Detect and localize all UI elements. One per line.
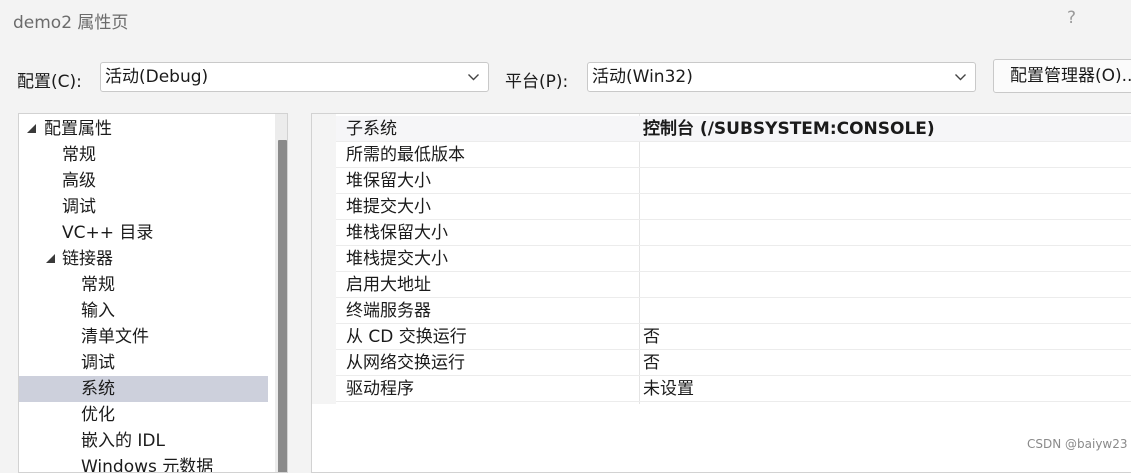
tree-item-label: 嵌入的 IDL bbox=[81, 431, 165, 451]
property-tree[interactable]: 配置属性 常规 高级 调试 VC++ 目录 链接器 常规 输入 清单文件 调试 … bbox=[18, 113, 288, 473]
property-row-driver[interactable]: 驱动程序 未设置 bbox=[336, 376, 1131, 402]
watermark: CSDN @baiyw23 bbox=[1027, 437, 1128, 451]
tree-item-label: VC++ 目录 bbox=[62, 223, 154, 243]
property-name: 堆保留大小 bbox=[346, 171, 431, 191]
tree-item-label: 输入 bbox=[81, 301, 115, 321]
property-value[interactable]: 否 bbox=[643, 324, 660, 350]
platform-select[interactable]: 活动(Win32) bbox=[587, 62, 976, 92]
tree-item-label: 调试 bbox=[62, 197, 96, 217]
property-row-heap-reserve[interactable]: 堆保留大小 bbox=[336, 168, 1131, 194]
chevron-down-icon bbox=[468, 74, 479, 81]
tree-item-manifest-file[interactable]: 清单文件 bbox=[19, 324, 268, 350]
tree-item-label: 链接器 bbox=[62, 249, 113, 269]
property-row-subsystem[interactable]: 子系统 控制台 (/SUBSYSTEM:CONSOLE) bbox=[336, 116, 1131, 142]
property-name: 所需的最低版本 bbox=[346, 145, 465, 165]
config-select-value: 活动(Debug) bbox=[105, 67, 209, 87]
platform-select-value: 活动(Win32) bbox=[592, 67, 693, 87]
window-title: demo2 属性页 bbox=[13, 13, 129, 33]
property-row-minimum-version[interactable]: 所需的最低版本 bbox=[336, 142, 1131, 168]
property-name: 启用大地址 bbox=[346, 275, 431, 295]
config-label: 配置(C): bbox=[17, 72, 82, 92]
tree-scrollbar-thumb[interactable] bbox=[278, 140, 287, 472]
chevron-down-icon bbox=[955, 74, 966, 81]
title-bar: demo2 属性页 ? bbox=[0, 0, 1131, 42]
property-row-heap-commit[interactable]: 堆提交大小 bbox=[336, 194, 1131, 220]
tree-item-linker[interactable]: 链接器 bbox=[19, 246, 268, 272]
tree-item-linker-debugging[interactable]: 调试 bbox=[19, 350, 268, 376]
tree-item-label: 清单文件 bbox=[81, 327, 149, 347]
tree-item-label: 高级 bbox=[62, 171, 96, 191]
property-grid: 子系统 控制台 (/SUBSYSTEM:CONSOLE) 所需的最低版本 堆保留… bbox=[311, 113, 1131, 473]
property-name: 堆提交大小 bbox=[346, 197, 431, 217]
property-row-stack-commit[interactable]: 堆栈提交大小 bbox=[336, 246, 1131, 272]
tree-item-label: 常规 bbox=[81, 275, 115, 295]
property-name: 从 CD 交换运行 bbox=[346, 327, 467, 347]
tree-item-windows-metadata[interactable]: Windows 元数据 bbox=[19, 454, 268, 473]
tree-item-linker-input[interactable]: 输入 bbox=[19, 298, 268, 324]
property-row-swap-run-from-cd[interactable]: 从 CD 交换运行 否 bbox=[336, 324, 1131, 350]
tree-item-label: Windows 元数据 bbox=[81, 457, 214, 473]
property-value[interactable]: 未设置 bbox=[643, 376, 694, 402]
tree-item-system[interactable]: 系统 bbox=[19, 376, 268, 402]
tree-item-general[interactable]: 常规 bbox=[19, 142, 268, 168]
property-row-large-address[interactable]: 启用大地址 bbox=[336, 272, 1131, 298]
help-button[interactable]: ? bbox=[1067, 8, 1076, 28]
tree-item-debugging[interactable]: 调试 bbox=[19, 194, 268, 220]
tree-item-optimization[interactable]: 优化 bbox=[19, 402, 268, 428]
tree-item-embedded-idl[interactable]: 嵌入的 IDL bbox=[19, 428, 268, 454]
property-row-stack-reserve[interactable]: 堆栈保留大小 bbox=[336, 220, 1131, 246]
property-row-terminal-server[interactable]: 终端服务器 bbox=[336, 298, 1131, 324]
tree-item-config-properties[interactable]: 配置属性 bbox=[19, 116, 268, 142]
tree-item-label: 常规 bbox=[62, 145, 96, 165]
property-name: 堆栈提交大小 bbox=[346, 249, 448, 269]
grid-gutter bbox=[312, 114, 336, 404]
property-name: 子系统 bbox=[346, 119, 397, 139]
property-name: 终端服务器 bbox=[346, 301, 431, 321]
tree-item-label: 配置属性 bbox=[44, 119, 112, 139]
expanded-triangle-icon[interactable] bbox=[27, 124, 36, 133]
property-name: 驱动程序 bbox=[346, 379, 414, 399]
config-select[interactable]: 活动(Debug) bbox=[100, 62, 489, 92]
tree-item-vc-directories[interactable]: VC++ 目录 bbox=[19, 220, 268, 246]
tree-item-label: 优化 bbox=[81, 405, 115, 425]
tree-item-label: 调试 bbox=[81, 353, 115, 373]
platform-label: 平台(P): bbox=[505, 72, 569, 92]
property-value[interactable]: 否 bbox=[643, 350, 660, 376]
property-row-swap-run-from-net[interactable]: 从网络交换运行 否 bbox=[336, 350, 1131, 376]
tree-item-advanced[interactable]: 高级 bbox=[19, 168, 268, 194]
property-name: 从网络交换运行 bbox=[346, 353, 465, 373]
config-manager-button[interactable]: 配置管理器(O)... bbox=[993, 59, 1131, 93]
tree-item-label: 系统 bbox=[81, 379, 115, 399]
property-value[interactable]: 控制台 (/SUBSYSTEM:CONSOLE) bbox=[643, 116, 935, 142]
expanded-triangle-icon[interactable] bbox=[46, 254, 55, 263]
tree-item-linker-general[interactable]: 常规 bbox=[19, 272, 268, 298]
property-name: 堆栈保留大小 bbox=[346, 223, 448, 243]
